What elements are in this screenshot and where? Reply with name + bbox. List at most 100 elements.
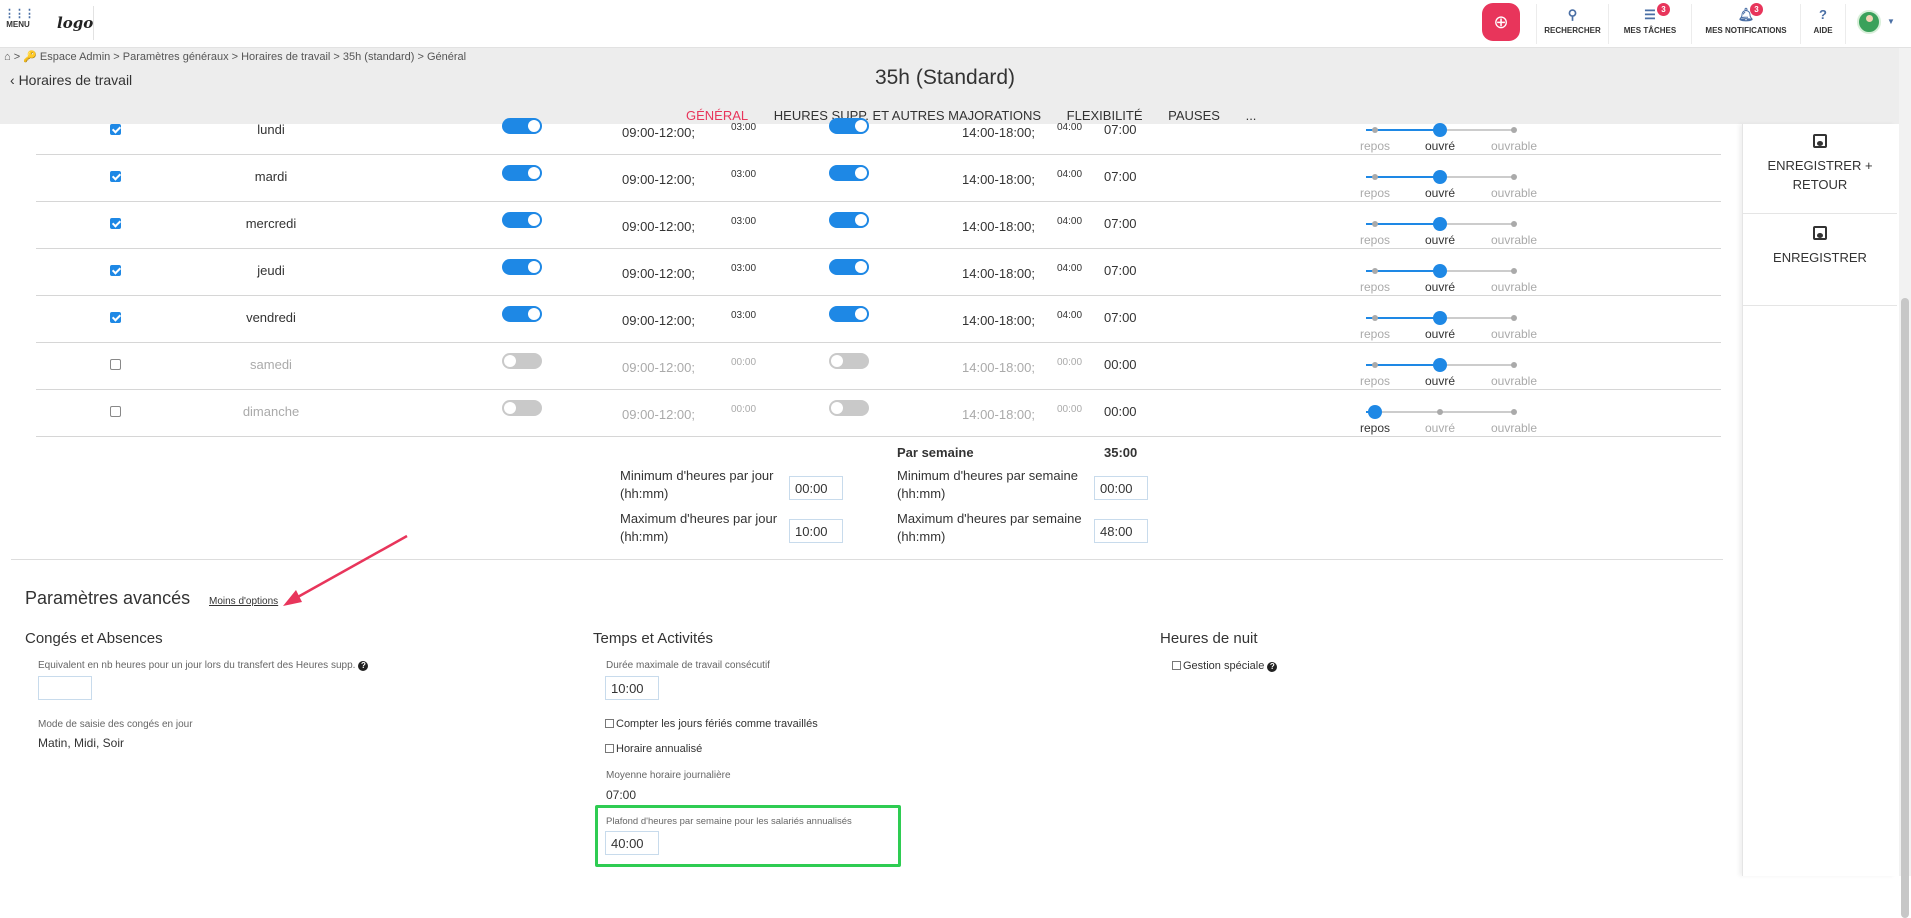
morning-duration: 03:00 — [731, 216, 757, 227]
save-return-label: ENREGISTRER + RETOUR — [1767, 158, 1873, 192]
chevron-down-icon[interactable]: ▼ — [1887, 17, 1895, 26]
afternoon-slot[interactable]: 14:00-18:00; — [962, 266, 1035, 281]
afternoon-slot[interactable]: 14:00-18:00; — [962, 407, 1035, 422]
plafond-input[interactable] — [605, 831, 659, 855]
afternoon-slot[interactable]: 14:00-18:00; — [962, 360, 1035, 375]
slider-knob[interactable] — [1433, 123, 1447, 137]
day-name: lundi — [257, 122, 285, 137]
slider-knob[interactable] — [1433, 264, 1447, 278]
morning-toggle[interactable] — [502, 165, 542, 181]
afternoon-slot[interactable]: 14:00-18:00; — [962, 219, 1035, 234]
afternoon-toggle[interactable] — [829, 400, 869, 416]
day-checkbox[interactable] — [110, 359, 121, 370]
morning-slot[interactable]: 09:00-12:00; — [622, 172, 695, 187]
slider-knob[interactable] — [1433, 170, 1447, 184]
breadcrumb[interactable]: ⌂ > 🔑 Espace Admin > Paramètres généraux… — [4, 50, 466, 63]
morning-toggle[interactable] — [502, 259, 542, 275]
checkbox[interactable] — [605, 744, 614, 753]
slider-label: ouvré — [1424, 186, 1456, 200]
morning-toggle[interactable] — [502, 400, 542, 416]
min-week-input[interactable] — [1094, 476, 1148, 500]
feries-checkbox[interactable]: Compter les jours fériés comme travaillé… — [605, 718, 818, 730]
less-options-link[interactable]: Moins d'options — [209, 596, 278, 607]
slider-stop[interactable] — [1511, 221, 1517, 227]
min-day-input[interactable] — [789, 476, 843, 500]
slider-stop[interactable] — [1372, 174, 1378, 180]
annualise-checkbox[interactable]: Horaire annualisé — [605, 743, 702, 755]
create-button[interactable]: ⊕ — [1482, 3, 1520, 41]
morning-duration: 00:00 — [731, 404, 757, 415]
slider-stop[interactable] — [1372, 268, 1378, 274]
menu-button[interactable]: ⋮⋮⋮ MENU — [4, 8, 35, 29]
slider-stop[interactable] — [1437, 409, 1443, 415]
morning-toggle[interactable] — [502, 212, 542, 228]
tasks-button[interactable]: ☰ 3 MES TÂCHES — [1608, 3, 1691, 44]
checkbox[interactable] — [1172, 661, 1181, 670]
slider-knob[interactable] — [1368, 405, 1382, 419]
question-icon[interactable]: ? — [358, 661, 369, 671]
checkbox[interactable] — [605, 719, 614, 728]
slider-stop[interactable] — [1511, 409, 1517, 415]
afternoon-toggle[interactable] — [829, 118, 869, 134]
question-icon[interactable]: ? — [1267, 662, 1278, 672]
save-return-button[interactable]: ENREGISTRER + RETOUR — [1743, 134, 1897, 214]
afternoon-slot[interactable]: 14:00-18:00; — [962, 125, 1035, 140]
per-week-label: Par semaine — [897, 445, 974, 460]
slider-stop[interactable] — [1511, 127, 1517, 133]
notifications-button[interactable]: 🔔︎ 3 MES NOTIFICATIONS — [1691, 3, 1800, 44]
scrollbar[interactable] — [1899, 48, 1911, 918]
day-checkbox[interactable] — [110, 406, 121, 417]
logo[interactable]: logo — [44, 6, 94, 40]
slider-stop[interactable] — [1511, 362, 1517, 368]
slider-label: repos — [1359, 374, 1391, 388]
equiv-input[interactable] — [38, 676, 92, 700]
morning-toggle[interactable] — [502, 353, 542, 369]
slider-stop[interactable] — [1511, 268, 1517, 274]
slider-stop[interactable] — [1372, 315, 1378, 321]
top-bar: ⋮⋮⋮ MENU logo ⊕ ⚲ RECHERCHER ☰ 3 MES TÂCH… — [0, 0, 1911, 48]
gestion-checkbox[interactable]: Gestion spéciale? — [1172, 660, 1278, 672]
save-button[interactable]: ENREGISTRER — [1743, 226, 1897, 306]
morning-toggle[interactable] — [502, 118, 542, 134]
morning-toggle[interactable] — [502, 306, 542, 322]
advanced-title: Paramètres avancés — [25, 588, 191, 608]
afternoon-toggle[interactable] — [829, 165, 869, 181]
slider-knob[interactable] — [1433, 217, 1447, 231]
afternoon-toggle[interactable] — [829, 353, 869, 369]
day-checkbox[interactable] — [110, 171, 121, 182]
morning-slot[interactable]: 09:00-12:00; — [622, 219, 695, 234]
day-checkbox[interactable] — [110, 218, 121, 229]
morning-slot[interactable]: 09:00-12:00; — [622, 407, 695, 422]
morning-slot[interactable]: 09:00-12:00; — [622, 313, 695, 328]
afternoon-toggle[interactable] — [829, 306, 869, 322]
slider-stop[interactable] — [1372, 362, 1378, 368]
morning-slot[interactable]: 09:00-12:00; — [622, 266, 695, 281]
help-button[interactable]: ? AIDE — [1800, 4, 1846, 44]
duree-input[interactable] — [605, 676, 659, 700]
afternoon-toggle[interactable] — [829, 259, 869, 275]
day-checkbox[interactable] — [110, 124, 121, 135]
day-checkbox[interactable] — [110, 265, 121, 276]
slider-stop[interactable] — [1511, 174, 1517, 180]
mode-value[interactable]: Matin, Midi, Soir — [38, 734, 124, 752]
afternoon-slot[interactable]: 14:00-18:00; — [962, 313, 1035, 328]
day-checkbox[interactable] — [110, 312, 121, 323]
moyenne-label: Moyenne horaire journalière — [606, 770, 731, 781]
slider-label: repos — [1359, 421, 1391, 435]
afternoon-slot[interactable]: 14:00-18:00; — [962, 172, 1035, 187]
morning-slot[interactable]: 09:00-12:00; — [622, 360, 695, 375]
morning-slot[interactable]: 09:00-12:00; — [622, 125, 695, 140]
afternoon-toggle[interactable] — [829, 212, 869, 228]
slider-stop[interactable] — [1372, 127, 1378, 133]
scrollbar-thumb[interactable] — [1901, 298, 1909, 918]
save-label: ENREGISTRER — [1773, 250, 1867, 265]
slider-stop[interactable] — [1372, 221, 1378, 227]
slider-knob[interactable] — [1433, 358, 1447, 372]
slider-stop[interactable] — [1511, 315, 1517, 321]
max-week-input[interactable] — [1094, 519, 1148, 543]
max-day-input[interactable] — [789, 519, 843, 543]
day-type-slider[interactable]: repos ouvré ouvrable — [1360, 405, 1537, 445]
slider-knob[interactable] — [1433, 311, 1447, 325]
avatar[interactable] — [1857, 10, 1881, 34]
search-button[interactable]: ⚲ RECHERCHER — [1536, 4, 1608, 44]
